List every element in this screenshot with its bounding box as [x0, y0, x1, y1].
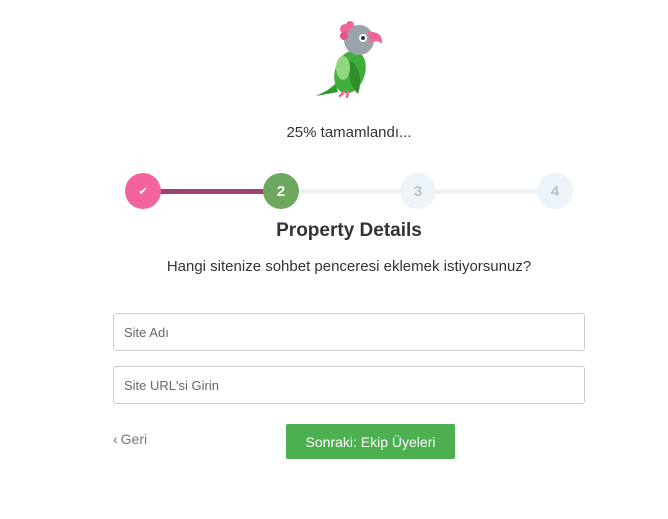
step-2-active: 2	[263, 173, 299, 209]
site-url-input[interactable]	[113, 366, 585, 404]
step-3-pending: 3	[400, 173, 436, 209]
step-4-pending: 4	[537, 173, 573, 209]
stepper-track-completed	[143, 189, 282, 194]
next-step-button[interactable]: Sonraki: Ekip Üyeleri	[286, 424, 455, 459]
site-name-input[interactable]	[113, 313, 585, 351]
onboarding-page: 25% tamamlandı... ✔ 2 3 4 Property Detai…	[0, 0, 668, 519]
step-number: 2	[276, 182, 286, 200]
parrot-logo-icon	[310, 20, 390, 100]
section-title: Property Details	[276, 220, 422, 241]
chevron-left-icon: ‹	[113, 431, 118, 447]
back-link[interactable]: ‹ Geri	[113, 431, 147, 447]
progress-stepper: ✔ 2 3 4	[125, 173, 573, 209]
progress-text: 25% tamamlandı...	[286, 124, 412, 141]
step-number: 3	[413, 182, 423, 200]
step-1-completed: ✔	[125, 173, 161, 209]
step-number: 4	[550, 182, 560, 200]
back-label: Geri	[120, 431, 148, 447]
checkmark-icon: ✔	[138, 185, 148, 198]
section-question: Hangi sitenize sohbet penceresi eklemek …	[166, 258, 532, 275]
